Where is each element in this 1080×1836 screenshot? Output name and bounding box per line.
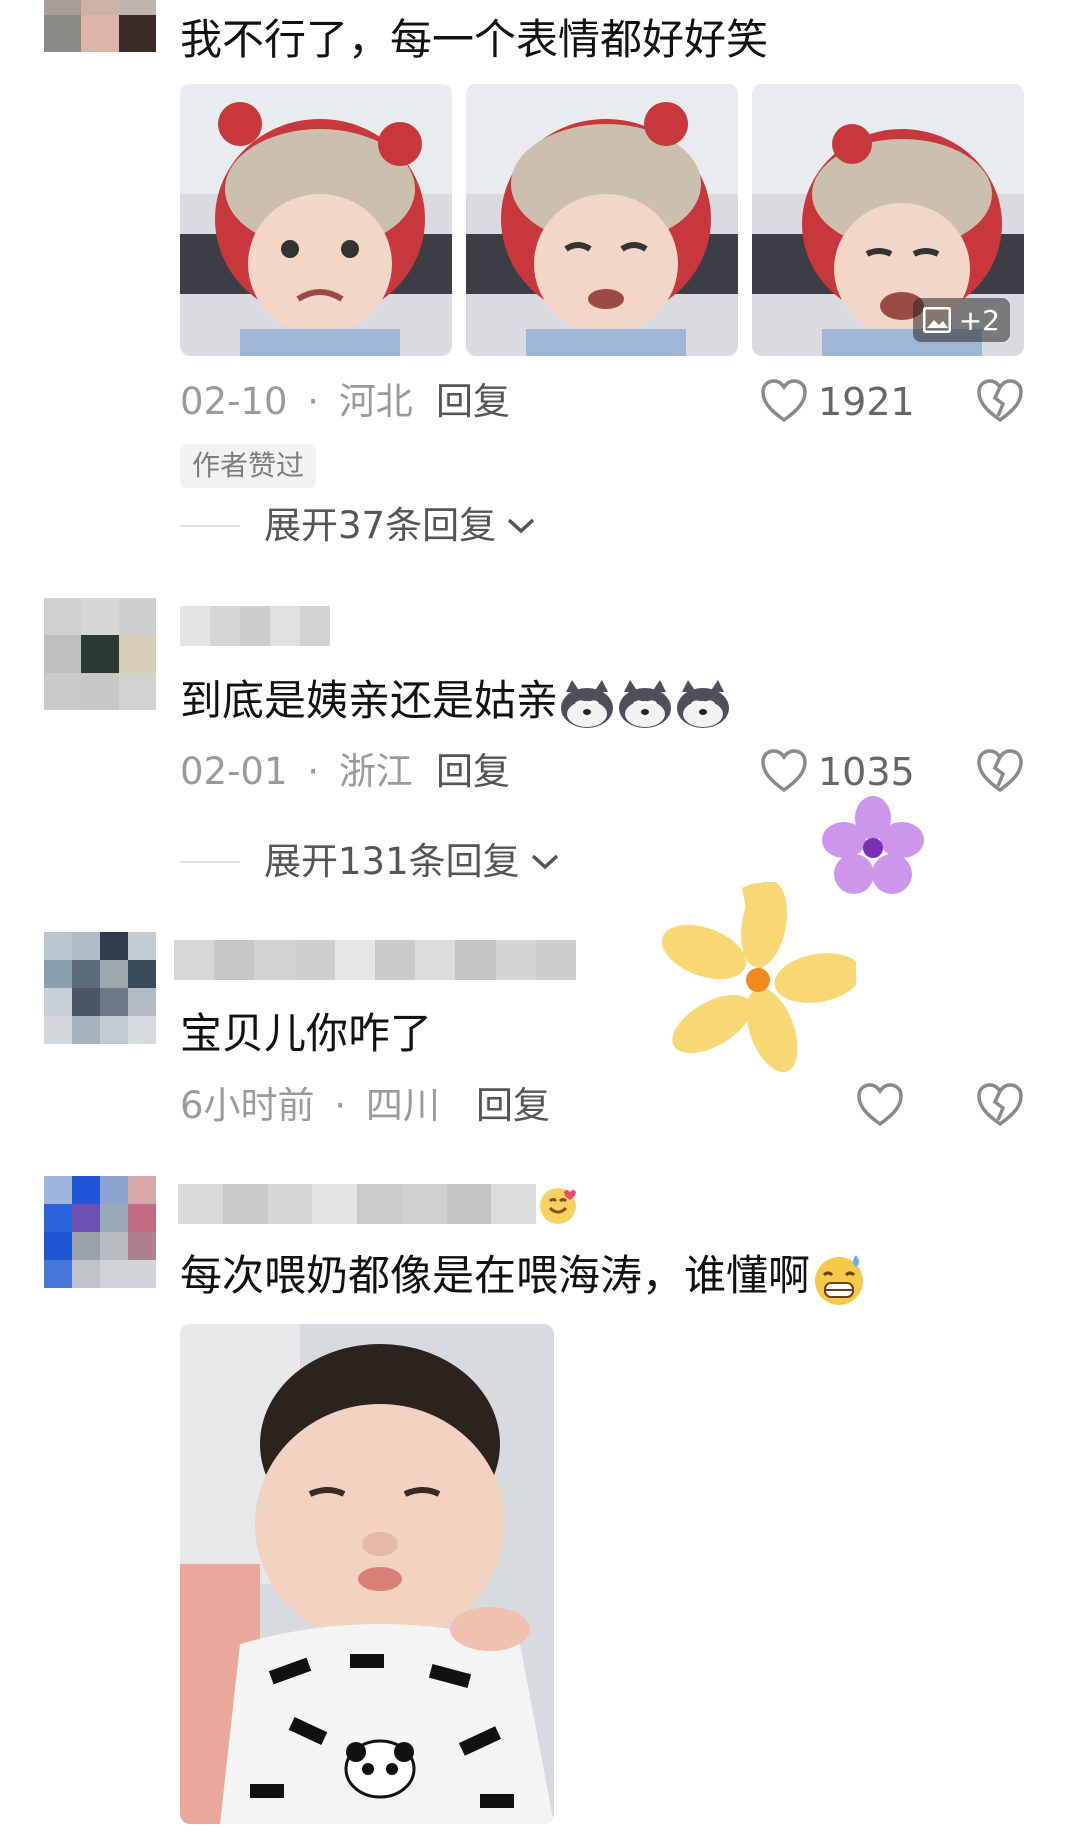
username-blurred[interactable] xyxy=(180,606,330,646)
comment-text-content: 到底是姨亲还是姑亲 xyxy=(180,676,559,725)
comment-text-content: 每次喂奶都像是在喂海涛，谁懂啊 xyxy=(180,1251,811,1300)
image-icon xyxy=(922,307,951,333)
comment-text: 宝贝儿你咋了 xyxy=(180,1009,433,1058)
smiling-hearts-emoji-icon xyxy=(540,1188,576,1224)
more-images-count: +2 xyxy=(958,303,1000,337)
expand-replies-label: 展开37条回复 xyxy=(264,504,497,547)
meta-separator: · xyxy=(307,380,320,423)
comment-meta: 6小时前 · 四川 xyxy=(180,1082,440,1130)
comment-image[interactable] xyxy=(180,84,452,356)
avatar[interactable] xyxy=(44,598,156,710)
like-count: 1035 xyxy=(818,750,915,794)
baby-photo xyxy=(180,1324,554,1824)
comment-date: 6小时前 xyxy=(180,1084,315,1127)
expand-divider xyxy=(180,861,240,863)
husky-emoji-icon xyxy=(677,679,730,728)
avatar[interactable] xyxy=(44,932,156,1044)
meta-separator: · xyxy=(307,750,320,793)
comment-text: 我不行了，每一个表情都好好笑 xyxy=(180,15,769,64)
chevron-down-icon xyxy=(507,518,535,534)
comment-date: 02-01 xyxy=(180,750,288,793)
reply-button[interactable]: 回复 xyxy=(436,748,510,796)
expand-replies-button[interactable]: 展开131条回复 xyxy=(264,838,560,886)
comment-text: 每次喂奶都像是在喂海涛，谁懂啊 xyxy=(180,1248,868,1307)
comment-meta: 02-01 · 浙江 xyxy=(180,748,413,796)
baby-photo xyxy=(180,84,452,356)
more-images-badge: +2 xyxy=(912,298,1010,342)
comment-meta: 02-10 · 河北 xyxy=(180,378,413,426)
husky-emoji-icon xyxy=(561,679,614,728)
yellow-flower-sticker xyxy=(661,882,856,1073)
comment-image[interactable] xyxy=(180,1324,554,1824)
like-count: 1921 xyxy=(818,380,915,424)
chevron-down-icon xyxy=(531,854,558,870)
heart-outline-icon[interactable] xyxy=(760,378,808,424)
username-blurred[interactable] xyxy=(178,1184,536,1224)
heart-outline-icon[interactable] xyxy=(856,1082,904,1128)
comment-location: 四川 xyxy=(365,1084,440,1127)
avatar[interactable] xyxy=(44,1176,156,1288)
comment-image[interactable]: +2 xyxy=(752,84,1024,356)
comment-image[interactable] xyxy=(466,84,738,356)
expand-divider xyxy=(180,525,240,527)
username-blurred[interactable] xyxy=(174,940,576,980)
broken-heart-icon[interactable] xyxy=(976,748,1024,794)
avatar[interactable] xyxy=(44,0,156,52)
comment-text: 到底是姨亲还是姑亲 xyxy=(180,673,732,730)
grinning-sweat-emoji-icon xyxy=(815,1254,864,1305)
expand-replies-label: 展开131条回复 xyxy=(264,840,520,883)
baby-photo xyxy=(466,84,738,356)
reply-button[interactable]: 回复 xyxy=(476,1082,550,1130)
author-liked-badge: 作者赞过 xyxy=(180,444,317,488)
expand-replies-button[interactable]: 展开37条回复 xyxy=(264,502,536,550)
reply-button[interactable]: 回复 xyxy=(436,378,510,426)
husky-emoji-icon xyxy=(619,679,672,728)
broken-heart-icon[interactable] xyxy=(976,1082,1024,1128)
meta-separator: · xyxy=(334,1084,347,1127)
comment-date: 02-10 xyxy=(180,380,288,423)
broken-heart-icon[interactable] xyxy=(976,378,1024,424)
comment-location: 浙江 xyxy=(338,750,413,793)
heart-outline-icon[interactable] xyxy=(760,748,808,794)
comment-location: 河北 xyxy=(338,380,413,423)
